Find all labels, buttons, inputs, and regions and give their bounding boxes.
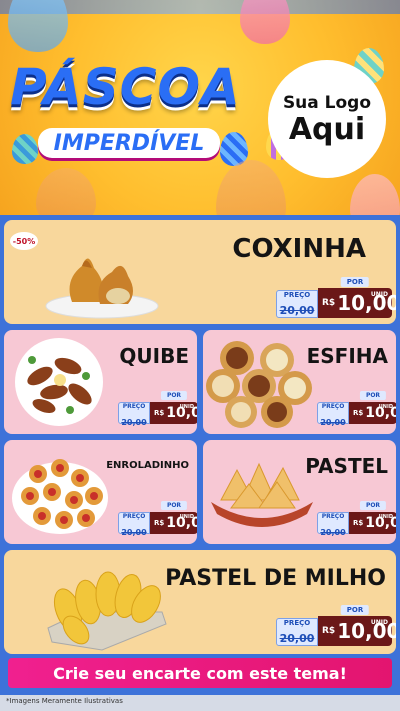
product-card-enroladinho: ENROLADINHO PREÇO 20,00 POR R$ 10,00 UNI…: [4, 440, 197, 544]
hero-banner: PÁSCOA IMPERDÍVEL Sua Logo Aqui: [0, 0, 400, 215]
old-price-value: 20,00: [121, 528, 147, 537]
por-label: POR: [340, 277, 370, 287]
product-card-esfiha: ESFIHA PREÇO 20,00 POR R$ 10,00 UNID: [203, 330, 396, 434]
pastel-image: [211, 462, 313, 527]
create-flyer-button[interactable]: Crie seu encarte com este tema!: [8, 658, 392, 688]
product-card-pastel-de-milho: PASTEL DE MILHO PREÇO 20,00 POR R$ 10,00…: [4, 550, 396, 654]
por-label: POR: [359, 501, 387, 510]
logo-line-1: Sua Logo: [282, 92, 372, 113]
currency: R$: [322, 626, 336, 636]
product-name: PASTEL DE MILHO: [165, 566, 386, 591]
por-label: POR: [160, 501, 188, 510]
product-name: ESFIHA: [306, 344, 388, 368]
currency: R$: [154, 519, 165, 527]
product-name: QUIBE: [119, 344, 189, 368]
old-price: PREÇO 20,00: [317, 402, 349, 427]
currency: R$: [353, 519, 364, 527]
unit-label: UNID: [179, 514, 194, 520]
product-card-quibe: QUIBE PREÇO 20,00 POR R$ 10,00 UNID: [4, 330, 197, 434]
product-name: ENROLADINHO: [106, 460, 189, 471]
easter-egg-icon: [240, 0, 290, 44]
enroladinho-image: [12, 459, 108, 534]
price-tag: PREÇO 20,00 POR R$ 10,00 UNID: [276, 605, 396, 646]
easter-egg-icon: [350, 174, 400, 215]
easter-egg-icon: [8, 0, 68, 52]
currency: R$: [353, 409, 364, 417]
old-price-value: 20,00: [121, 418, 147, 427]
old-price: PREÇO 20,00: [317, 512, 349, 537]
new-price: POR R$ 10,00 UNID: [150, 501, 197, 534]
old-price-value: 20,00: [320, 528, 346, 537]
unit-label: UNID: [179, 404, 194, 410]
easter-egg-icon: [12, 134, 38, 164]
price-tag: PREÇO 20,00 POR R$ 10,00 UNID: [118, 391, 197, 427]
footer: *Imagens Meramente Ilustrativas: [0, 695, 400, 711]
por-label: POR: [340, 605, 370, 615]
product-card-coxinha: COXINHA PREÇO 20,00 POR R$ 10,00 UNID: [4, 220, 396, 324]
price-label: PREÇO: [321, 403, 345, 410]
price-label: PREÇO: [283, 291, 311, 299]
old-price: PREÇO 20,00: [276, 618, 318, 646]
product-card-pastel: PASTEL PREÇO 20,00 POR R$ 10,00 UNID: [203, 440, 396, 544]
page-title: PÁSCOA: [10, 58, 241, 116]
por-label: POR: [160, 391, 188, 400]
price-tag: PREÇO 20,00 POR R$ 10,00 UNID: [276, 277, 396, 318]
discount-badge: -50%: [10, 232, 38, 250]
product-name: PASTEL: [305, 454, 388, 478]
easter-egg-icon: [36, 168, 96, 215]
coxinha-image: [45, 258, 159, 319]
old-price-value: 20,00: [279, 632, 315, 645]
currency: R$: [154, 409, 165, 417]
easter-egg-icon: [216, 160, 286, 215]
old-price-value: 20,00: [279, 304, 315, 317]
new-price: POR R$ 10,00 UNID: [349, 501, 396, 534]
unit-label: UNID: [378, 404, 393, 410]
new-price: POR R$ 10,00 UNID: [349, 391, 396, 424]
esfiha-image: [206, 341, 312, 428]
price-tag: PREÇO 20,00 POR R$ 10,00 UNID: [317, 501, 396, 537]
price-label: PREÇO: [283, 619, 311, 627]
unit-label: UNID: [370, 619, 388, 626]
price-label: PREÇO: [122, 403, 146, 410]
new-price: POR R$ 10,00 UNID: [318, 277, 396, 318]
pastel-de-milho-image: [47, 571, 167, 651]
footer-note: *Imagens Meramente Ilustrativas: [6, 697, 123, 705]
unit-label: UNID: [370, 291, 388, 298]
price-tag: PREÇO 20,00 POR R$ 10,00 UNID: [317, 391, 396, 427]
new-price: POR R$ 10,00 UNID: [318, 605, 396, 646]
currency: R$: [322, 298, 336, 308]
new-price: POR R$ 10,00 UNID: [150, 391, 197, 424]
product-name: COXINHA: [232, 234, 366, 264]
price-tag: PREÇO 20,00 POR R$ 10,00 UNID: [118, 501, 197, 537]
logo-line-2: Aqui: [288, 111, 366, 147]
old-price: PREÇO 20,00: [118, 512, 150, 537]
old-price: PREÇO 20,00: [118, 402, 150, 427]
page-subtitle: IMPERDÍVEL: [38, 128, 220, 158]
por-label: POR: [359, 391, 387, 400]
quibe-image: [15, 338, 103, 426]
price-label: PREÇO: [321, 513, 345, 520]
old-price: PREÇO 20,00: [276, 290, 318, 318]
logo-placeholder: Sua Logo Aqui: [268, 60, 386, 178]
old-price-value: 20,00: [320, 418, 346, 427]
price-label: PREÇO: [122, 513, 146, 520]
unit-label: UNID: [378, 514, 393, 520]
